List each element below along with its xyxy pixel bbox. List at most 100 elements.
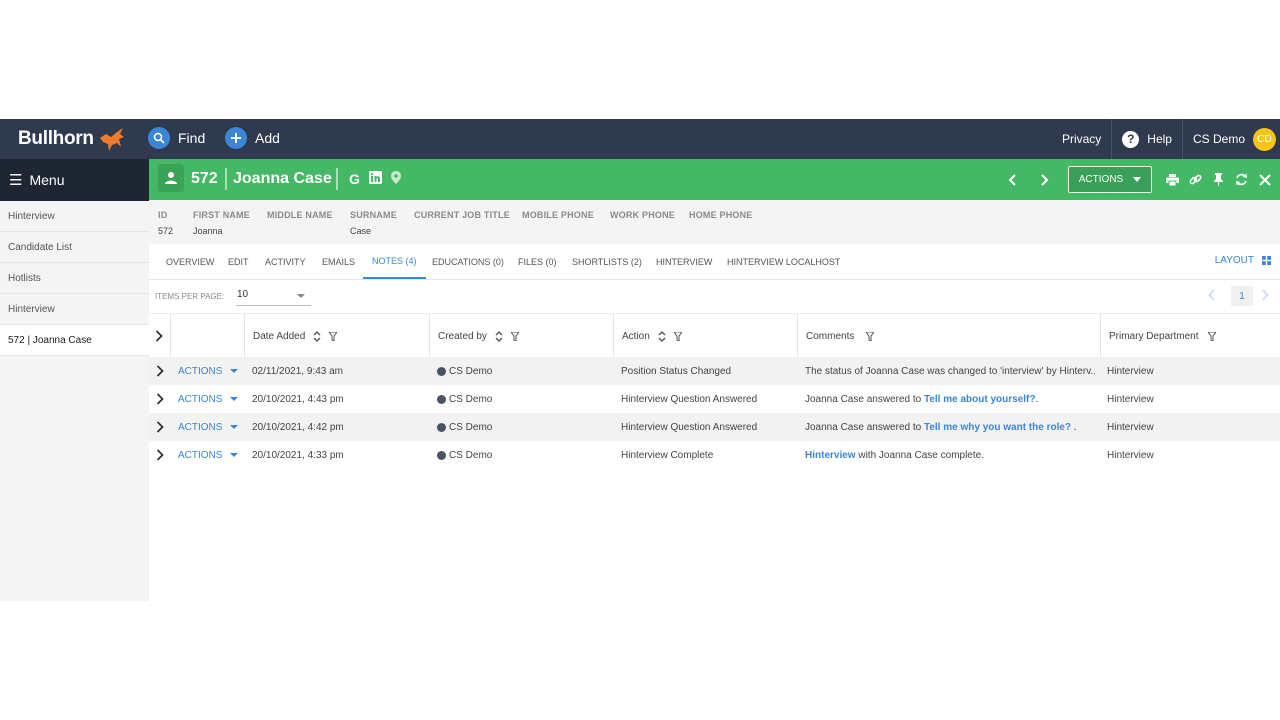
previous-page-button[interactable] [1208, 288, 1216, 306]
find-button[interactable]: Find [148, 127, 205, 149]
expand-row-button[interactable] [156, 357, 164, 385]
row-actions-button[interactable]: ACTIONS [178, 357, 239, 385]
tab-label: HINTERVIEW [656, 256, 713, 267]
map-pin-icon[interactable] [390, 171, 401, 187]
tab-notes[interactable]: NOTES (4) [363, 244, 426, 279]
bullhorn-logo[interactable]: Bullhorn [18, 125, 127, 153]
comment-text: The status of Joanna Case was changed to… [805, 365, 1095, 377]
tab-overview[interactable]: OVERVIEW [166, 244, 214, 279]
items-per-page-select[interactable]: 10 [236, 289, 311, 306]
chevron-right-icon [1262, 289, 1269, 301]
table-row[interactable]: ACTIONS 20/10/2021, 4:43 pm CS Demo Hint… [149, 385, 1280, 413]
sidebar-item-joanna-case[interactable]: 572 | Joanna Case [0, 325, 149, 356]
sort-icon[interactable] [658, 330, 666, 342]
filter-icon[interactable] [329, 331, 338, 341]
tab-educations[interactable]: EDUCATIONS (0) [432, 244, 504, 279]
column-label: Action [622, 330, 650, 342]
print-button[interactable] [1161, 173, 1184, 186]
tab-activity[interactable]: ACTIVITY [265, 244, 306, 279]
tab-emails[interactable]: EMAILS [322, 244, 355, 279]
layout-label: LAYOUT [1214, 255, 1254, 266]
field-label: CURRENT JOB TITLE [414, 210, 510, 220]
column-primary-department[interactable]: Primary Department [1100, 314, 1280, 358]
record-header: 572 Joanna Case G ACTIONS [149, 159, 1280, 200]
previous-record-button[interactable] [999, 173, 1025, 186]
table-row[interactable]: ACTIONS 02/11/2021, 9:43 am CS Demo Posi… [149, 357, 1280, 385]
expand-row-button[interactable] [156, 441, 164, 469]
page-number-button[interactable]: 1 [1231, 286, 1253, 306]
tab-shortlists[interactable]: SHORTLISTS (2) [572, 244, 642, 279]
sidebar-item-hotlists[interactable]: Hotlists [0, 263, 149, 294]
linkedin-icon[interactable] [368, 171, 382, 187]
user-dot-icon [437, 422, 446, 432]
tab-hinterview[interactable]: HINTERVIEW [656, 244, 712, 279]
field-label: HOME PHONE [689, 210, 753, 220]
cell-action: Position Status Changed [621, 365, 732, 377]
sort-icon[interactable] [495, 330, 503, 342]
tab-label: EDUCATIONS (0) [432, 256, 504, 267]
field-label: SURNAME [350, 210, 397, 220]
filter-icon[interactable] [866, 331, 875, 341]
sidebar-item-candidate-list[interactable]: Candidate List [0, 232, 149, 263]
expand-row-button[interactable] [156, 385, 164, 413]
record-tabs: OVERVIEW EDIT ACTIVITY EMAILS NOTES (4) … [149, 244, 1280, 280]
field-label: FIRST NAME [193, 210, 250, 220]
record-actions-button[interactable]: ACTIONS [1068, 166, 1152, 193]
filter-icon[interactable] [510, 331, 519, 341]
menu-label: Menu [29, 172, 65, 188]
sidebar-item-hinterview[interactable]: Hinterview [0, 201, 149, 232]
sort-icon[interactable] [313, 330, 321, 342]
comment-text: with Joanna Case complete. [855, 449, 984, 461]
column-date-added[interactable]: Date Added [244, 314, 429, 358]
record-header-tools: ACTIONS [996, 159, 1280, 200]
next-record-button[interactable] [1031, 173, 1057, 186]
cell-primary-department: Hinterview [1107, 449, 1154, 461]
field-value: Joanna [193, 226, 223, 236]
google-icon[interactable]: G [349, 171, 360, 187]
filter-icon[interactable] [673, 331, 682, 341]
chevron-right-icon [156, 393, 164, 405]
comment-question-link[interactable]: Tell me why you want the role? [924, 422, 1071, 433]
table-row[interactable]: ACTIONS 20/10/2021, 4:33 pm CS Demo Hint… [149, 441, 1280, 469]
expand-row-button[interactable] [156, 413, 164, 441]
pin-button[interactable] [1207, 173, 1230, 186]
menu-toggle[interactable]: ☰ Menu [0, 159, 149, 201]
column-comments[interactable]: Comments [797, 314, 1101, 358]
filter-icon[interactable] [1208, 331, 1217, 341]
column-actions [170, 314, 245, 358]
comment-hinterview-link[interactable]: Hinterview [805, 450, 856, 461]
row-actions-button[interactable]: ACTIONS [178, 385, 239, 413]
sidebar-item-hinterview-2[interactable]: Hinterview [0, 294, 149, 325]
privacy-link[interactable]: Privacy [1052, 119, 1111, 159]
expand-all-button[interactable] [155, 329, 163, 347]
tab-edit[interactable]: EDIT [228, 244, 249, 279]
row-actions-button[interactable]: ACTIONS [178, 441, 239, 469]
help-icon: ? [1122, 130, 1140, 148]
tab-label: HINTERVIEW LOCALHOST [727, 256, 841, 267]
user-menu[interactable]: CS Demo CD [1183, 119, 1280, 159]
cell-created-by: CS Demo [437, 441, 492, 469]
tab-files[interactable]: FILES (0) [518, 244, 557, 279]
column-created-by[interactable]: Created by [429, 314, 614, 358]
next-page-button[interactable] [1261, 288, 1269, 306]
created-by-name: CS Demo [449, 393, 493, 405]
cell-comments: The status of Joanna Case was changed to… [805, 357, 1095, 385]
caret-down-icon [1133, 177, 1142, 182]
comment-question-link[interactable]: Tell me about yourself? [924, 394, 1036, 405]
table-row[interactable]: ACTIONS 20/10/2021, 4:42 pm CS Demo Hint… [149, 413, 1280, 441]
link-icon [1189, 174, 1202, 185]
row-actions-label: ACTIONS [178, 365, 223, 377]
row-actions-button[interactable]: ACTIONS [178, 413, 239, 441]
add-button[interactable]: Add [225, 127, 280, 149]
close-button[interactable] [1253, 173, 1276, 186]
cell-action: Hinterview Question Answered [621, 393, 758, 405]
layout-button[interactable]: LAYOUT [1215, 255, 1271, 266]
top-right-nav: Privacy ? Help CS Demo CD [1052, 119, 1280, 159]
cell-action: Hinterview Complete [621, 449, 714, 461]
column-action[interactable]: Action [613, 314, 798, 358]
refresh-button[interactable] [1230, 173, 1253, 186]
help-button[interactable]: ? Help [1112, 119, 1182, 159]
tab-label: EMAILS [322, 256, 356, 267]
tab-hinterview-localhost[interactable]: HINTERVIEW LOCALHOST [727, 244, 840, 279]
copy-link-button[interactable] [1184, 173, 1207, 186]
